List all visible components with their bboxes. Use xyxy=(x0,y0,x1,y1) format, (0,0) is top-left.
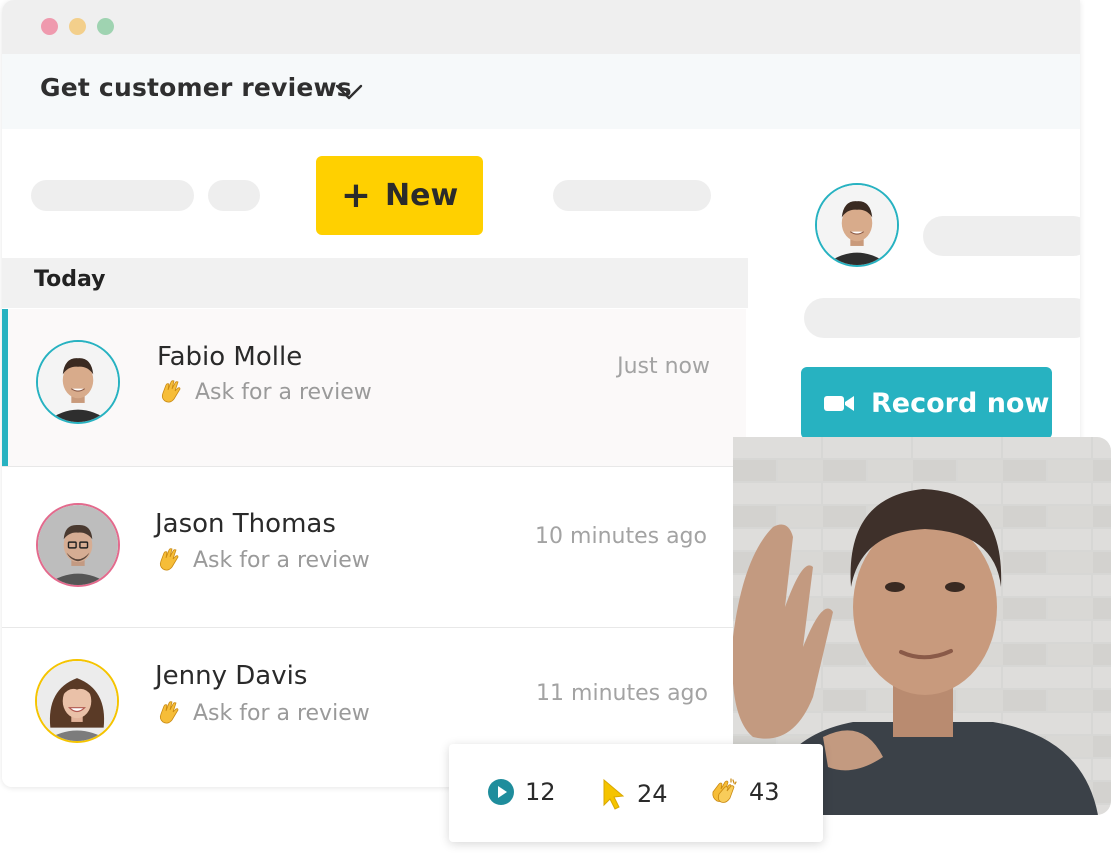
plus-icon: + xyxy=(340,174,371,216)
waving-hand-icon xyxy=(159,701,179,724)
section-header: Today xyxy=(2,258,748,308)
cursor-icon xyxy=(603,778,625,810)
stats-card: 12 24 43 xyxy=(449,744,823,842)
contact-action: Ask for a review xyxy=(157,379,372,405)
action-label: Ask for a review xyxy=(193,700,370,726)
timestamp: Just now xyxy=(617,354,710,379)
contact-row[interactable]: Jason Thomas Ask for a review 10 minutes… xyxy=(2,467,746,628)
avatar xyxy=(36,503,120,587)
contact-name: Fabio Molle xyxy=(157,342,303,372)
placeholder-pill xyxy=(923,216,1080,256)
contact-action: Ask for a review xyxy=(155,700,370,726)
timestamp: 10 minutes ago xyxy=(535,524,707,549)
contact-row[interactable]: Fabio Molle Ask for a review Just now xyxy=(2,309,746,467)
placeholder-pill xyxy=(208,180,260,211)
maximize-window-button[interactable] xyxy=(97,18,114,35)
selected-contact-avatar xyxy=(815,183,899,267)
avatar xyxy=(35,659,119,743)
selected-indicator xyxy=(2,309,8,466)
claps-stat: 43 xyxy=(709,778,780,806)
timestamp: 11 minutes ago xyxy=(536,681,708,706)
record-now-button[interactable]: Record now xyxy=(801,367,1052,439)
section-label: Today xyxy=(34,267,106,292)
claps-count: 43 xyxy=(749,778,780,806)
page-title[interactable]: Get customer reviews xyxy=(40,73,352,102)
action-label: Ask for a review xyxy=(195,379,372,405)
plays-count: 12 xyxy=(525,778,556,806)
clapping-hands-icon xyxy=(712,778,737,803)
contact-action: Ask for a review xyxy=(155,547,370,573)
new-button-label: New xyxy=(385,178,459,213)
record-now-label: Record now xyxy=(871,387,1050,419)
contact-name: Jason Thomas xyxy=(155,509,336,539)
avatar xyxy=(36,340,120,424)
placeholder-pill xyxy=(804,298,1080,338)
placeholder-pill xyxy=(31,180,194,211)
title-bar xyxy=(2,0,1080,54)
new-button[interactable]: + New xyxy=(316,156,483,235)
minimize-window-button[interactable] xyxy=(69,18,86,35)
chevron-down-icon[interactable] xyxy=(335,83,363,101)
waving-hand-icon xyxy=(161,380,181,403)
placeholder-pill xyxy=(553,180,711,211)
close-window-button[interactable] xyxy=(41,18,58,35)
contact-name: Jenny Davis xyxy=(155,661,308,691)
clicks-count: 24 xyxy=(637,780,668,808)
play-icon xyxy=(488,779,514,805)
plays-stat: 12 xyxy=(487,778,556,806)
clicks-stat: 24 xyxy=(601,778,668,810)
video-camera-icon xyxy=(824,396,854,411)
action-label: Ask for a review xyxy=(193,547,370,573)
waving-hand-icon xyxy=(159,548,179,571)
